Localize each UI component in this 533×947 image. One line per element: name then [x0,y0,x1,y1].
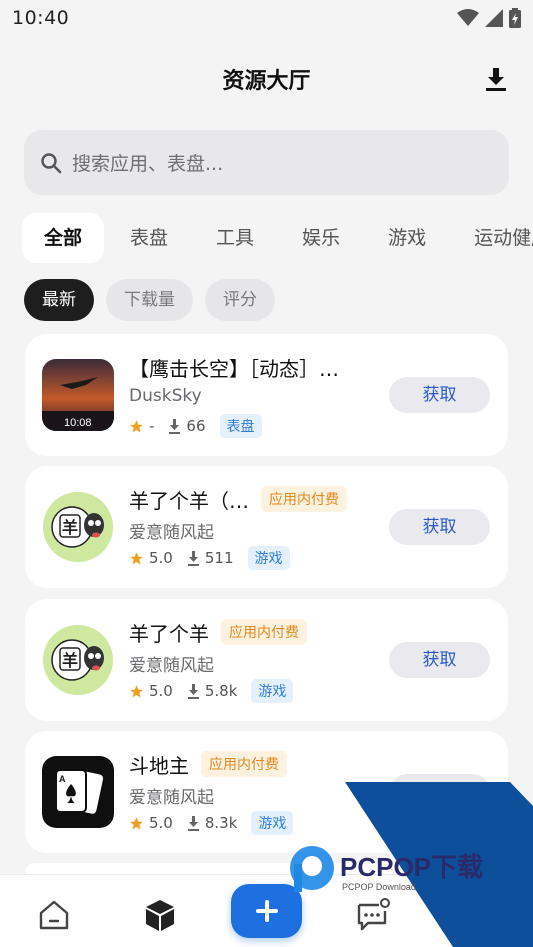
app-rating: 5.0 [149,814,173,832]
search-icon [41,152,62,173]
svg-text:羊: 羊 [62,518,78,537]
star-icon [130,551,143,564]
category-badge: 表盘 [219,414,262,438]
status-bar: 10:40 [0,0,533,36]
watermark-brand: PCPOP下载 [340,852,483,882]
signal-icon [485,9,503,27]
in-app-purchase-badge: 应用内付费 [221,619,307,645]
card-title-row: 斗地主 应用内付费 [129,749,287,779]
get-button[interactable]: 获取 [389,642,490,678]
get-button[interactable]: 获取 [389,509,490,545]
app-author: DuskSky [129,386,202,406]
app-card[interactable]: 羊 羊了个羊 应用内付费 爱意随风起 5.0 5.8k 游戏 获取 [25,599,508,721]
app-title: 羊了个羊（… [129,488,249,513]
sort-chips: 最新 下载量 评分 [24,279,275,321]
star-icon [130,684,143,697]
app-downloads: 8.3k [204,814,238,832]
header: 资源大厅 [0,50,533,108]
app-meta: 5.0 5.8k 游戏 [129,679,294,703]
tab-sports-health[interactable]: 运动健康 [452,213,533,263]
category-badge: 游戏 [251,811,294,835]
app-title: 斗地主 [129,753,189,778]
status-time: 10:40 [12,7,70,29]
category-tabs: 全部 表盘 工具 娱乐 游戏 运动健康 [22,212,533,264]
in-app-purchase-badge: 应用内付费 [261,486,347,512]
app-meta: 5.0 511 游戏 [129,546,290,570]
app-rating: - [149,417,155,435]
battery-icon [509,8,521,28]
app-author: 爱意随风起 [129,788,214,808]
app-author: 爱意随风起 [129,656,214,676]
download-count-icon [187,815,199,831]
svg-text:羊: 羊 [62,651,78,670]
search-placeholder: 搜索应用、表盘... [72,153,224,175]
tab-watchfaces[interactable]: 表盘 [108,213,190,263]
sort-downloads-chip[interactable]: 下载量 [106,279,193,321]
download-count-icon [169,418,181,434]
app-title: 羊了个羊 [129,621,209,646]
download-count-icon [187,550,199,566]
poker-cards-icon: A [42,756,114,828]
nav-home[interactable] [34,895,74,935]
app-card[interactable]: 羊 羊了个羊（… 应用内付费 爱意随风起 5.0 511 游戏 获取 [25,466,508,588]
app-author: 爱意随风起 [129,523,214,543]
star-icon [130,419,143,432]
download-count-icon [187,683,199,699]
category-badge: 游戏 [247,546,290,570]
svg-text:A: A [59,774,66,784]
get-button[interactable]: 获取 [389,377,490,413]
in-app-purchase-badge: 应用内付费 [201,751,287,777]
tab-games[interactable]: 游戏 [366,213,448,263]
home-icon [39,900,69,930]
app-downloads: 511 [204,549,234,567]
app-meta: 5.0 8.3k 游戏 [129,811,294,835]
cube-icon [146,900,174,931]
sheep-game-icon: 羊 [42,624,114,696]
app-title: 【鹰击长空】［动态］… [129,356,339,381]
watch-time-label: 10:08 [64,417,92,429]
app-meta: - 66 表盘 [129,414,262,438]
sort-rating-chip[interactable]: 评分 [205,279,275,321]
card-title-row: 【鹰击长空】［动态］… [129,352,339,382]
wifi-icon [457,9,479,26]
search-input[interactable]: 搜索应用、表盘... [24,130,509,195]
card-title-row: 羊了个羊（… 应用内付费 [129,484,347,514]
app-downloads: 5.8k [204,682,238,700]
tab-tools[interactable]: 工具 [194,213,276,263]
status-icons [457,8,521,28]
card-title-row: 羊了个羊 应用内付费 [129,617,307,647]
pcpop-watermark-logo: PCPOP下载 PCPOP Download [290,846,483,892]
app-rating: 5.0 [149,549,173,567]
tab-all[interactable]: 全部 [22,213,105,263]
page-title: 资源大厅 [222,69,311,94]
category-badge: 游戏 [251,679,294,703]
add-icon [255,900,278,922]
nav-resources[interactable] [140,895,180,935]
sort-latest-chip[interactable]: 最新 [24,279,94,321]
star-icon [130,816,143,829]
app-downloads: 66 [186,417,206,435]
app-rating: 5.0 [149,682,173,700]
tab-entertainment[interactable]: 娱乐 [280,213,362,263]
watchface-eagle-icon: 10:08 [42,359,114,431]
download-icon[interactable] [481,64,511,94]
watermark-sub: PCPOP Download [342,882,416,892]
app-card[interactable]: 10:08 【鹰击长空】［动态］… DuskSky - 66 表盘 获取 [25,334,508,456]
sheep-game-icon: 羊 [42,491,114,563]
